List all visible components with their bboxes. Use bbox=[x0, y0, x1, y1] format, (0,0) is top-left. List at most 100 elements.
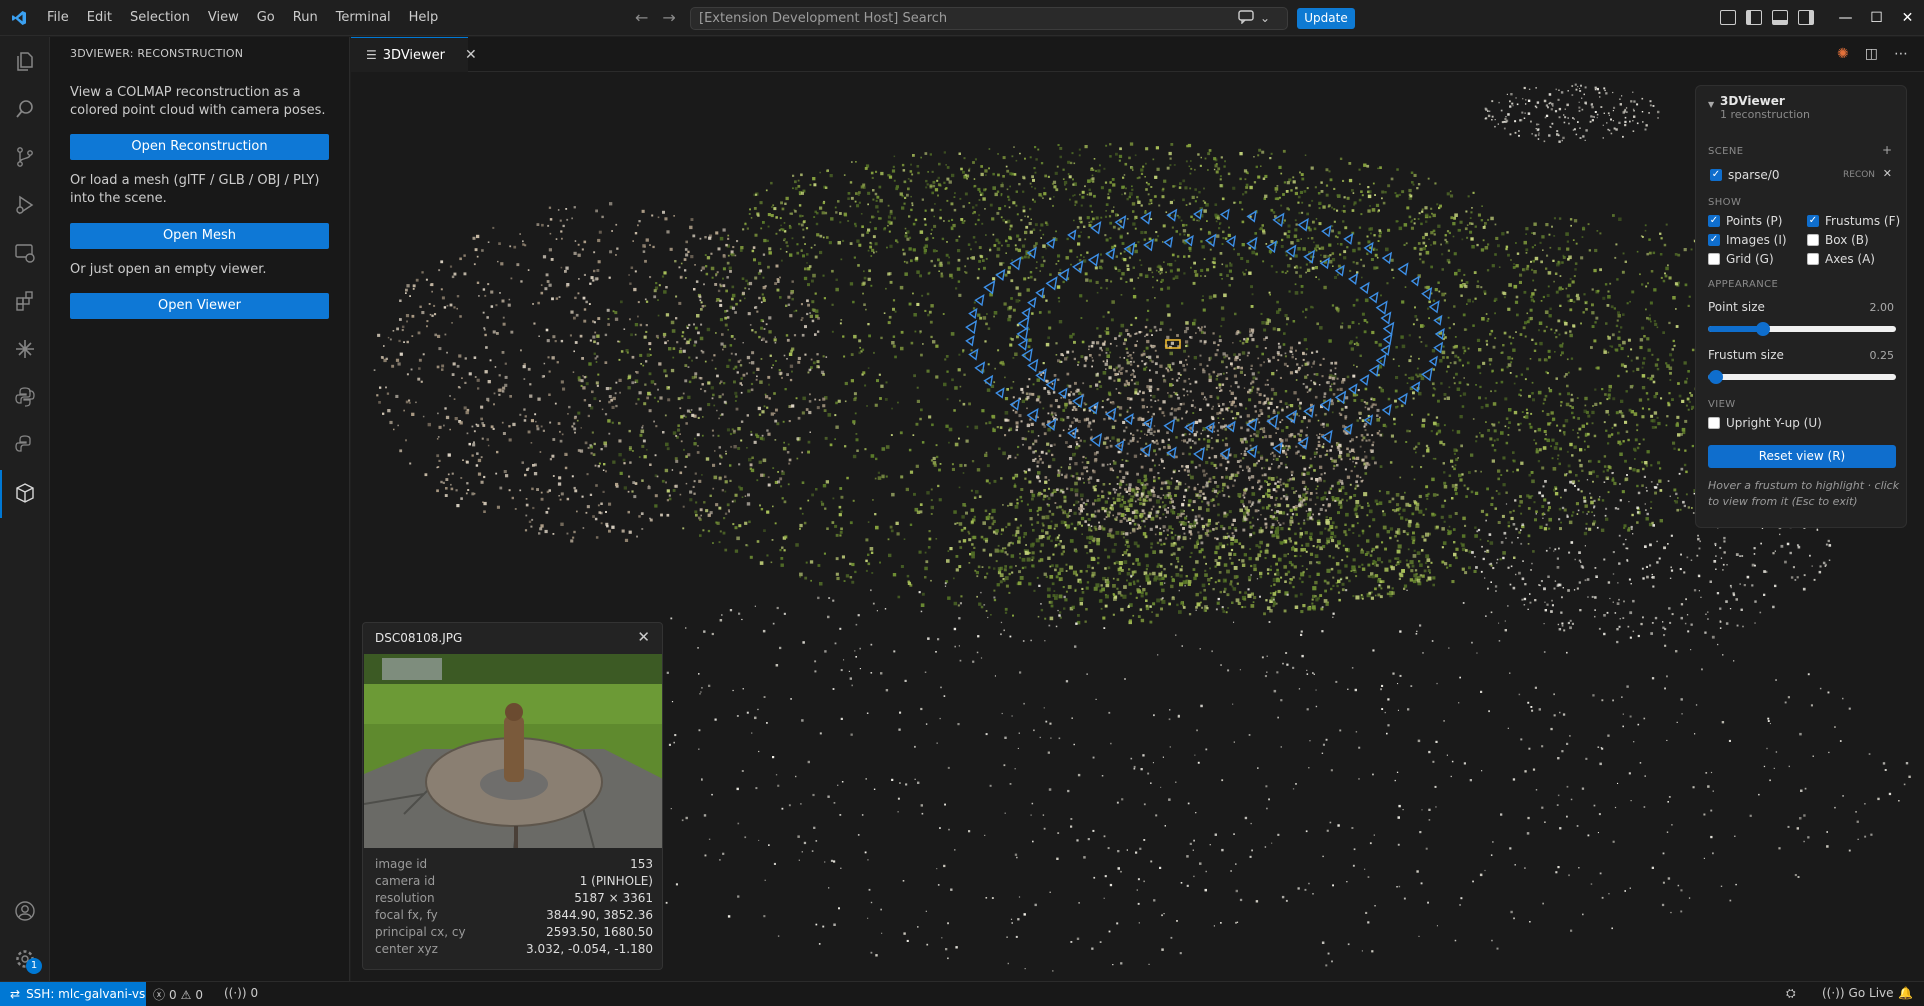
remove-scene-icon[interactable]: ✕ bbox=[1883, 167, 1892, 180]
camera-frustum[interactable] bbox=[1381, 251, 1393, 265]
camera-frustum[interactable] bbox=[995, 387, 1005, 399]
camera-frustum[interactable] bbox=[1225, 420, 1236, 433]
python-env-icon[interactable] bbox=[13, 433, 37, 457]
camera-frustum[interactable] bbox=[1027, 358, 1039, 373]
camera-frustum[interactable] bbox=[1343, 232, 1354, 245]
images-checkbox[interactable]: ✓ bbox=[1708, 234, 1720, 246]
camera-frustums[interactable] bbox=[965, 208, 1445, 462]
toggle-axes[interactable]: Axes (A) bbox=[1807, 252, 1875, 266]
camera-frustum[interactable] bbox=[1285, 244, 1297, 258]
camera-frustum[interactable] bbox=[1321, 224, 1332, 238]
camera-frustum[interactable] bbox=[1193, 208, 1203, 220]
camera-frustum[interactable] bbox=[1123, 412, 1134, 426]
explorer-icon[interactable] bbox=[13, 49, 37, 73]
update-button[interactable]: Update bbox=[1297, 8, 1355, 29]
toggle-primary-sidebar-icon[interactable] bbox=[1746, 10, 1762, 25]
points-checkbox[interactable]: ✓ bbox=[1708, 215, 1720, 227]
toggle-upright[interactable]: Upright Y-up (U) bbox=[1708, 416, 1822, 430]
collapse-caret-icon[interactable]: ▼ bbox=[1708, 100, 1714, 109]
camera-frustum[interactable] bbox=[1380, 311, 1392, 325]
camera-frustum[interactable] bbox=[1359, 281, 1370, 295]
camera-frustum[interactable] bbox=[1382, 333, 1393, 346]
minimize-icon[interactable]: — bbox=[1830, 0, 1861, 36]
grid-checkbox[interactable] bbox=[1708, 253, 1720, 265]
open-reconstruction-button[interactable]: Open Reconstruction bbox=[70, 134, 329, 160]
camera-frustum[interactable] bbox=[965, 335, 975, 347]
camera-frustum[interactable] bbox=[1163, 418, 1176, 433]
reset-view-button[interactable]: Reset view (R) bbox=[1708, 445, 1896, 468]
extensions-icon[interactable] bbox=[13, 289, 37, 313]
run-debug-icon[interactable] bbox=[13, 193, 37, 217]
maximize-icon[interactable]: ☐ bbox=[1861, 0, 1892, 36]
toggle-images[interactable]: ✓ Images (I) bbox=[1708, 233, 1787, 247]
camera-frustum[interactable] bbox=[1143, 238, 1154, 252]
camera-frustum[interactable] bbox=[1105, 247, 1116, 260]
slider-thumb[interactable] bbox=[1708, 370, 1723, 384]
menu-file[interactable]: File bbox=[38, 0, 78, 36]
menu-run[interactable]: Run bbox=[284, 0, 327, 36]
camera-frustum[interactable] bbox=[1272, 441, 1283, 455]
camera-frustum[interactable] bbox=[1016, 326, 1029, 342]
camera-frustum[interactable] bbox=[1166, 208, 1178, 222]
camera-frustum[interactable] bbox=[983, 280, 996, 295]
tab-close-icon[interactable]: ✕ bbox=[465, 47, 477, 63]
axes-checkbox[interactable] bbox=[1807, 253, 1819, 265]
camera-frustum[interactable] bbox=[1375, 300, 1388, 315]
menu-go[interactable]: Go bbox=[248, 0, 284, 36]
point-size-slider[interactable] bbox=[1708, 322, 1896, 336]
camera-frustum[interactable] bbox=[1246, 210, 1257, 223]
camera-frustum[interactable] bbox=[1009, 398, 1021, 411]
camera-frustum[interactable] bbox=[983, 374, 994, 387]
forward-arrow-icon[interactable]: → bbox=[662, 8, 675, 27]
open-viewer-button[interactable]: Open Viewer bbox=[70, 293, 329, 319]
more-actions-icon[interactable]: ⋯ bbox=[1894, 46, 1908, 62]
camera-frustum[interactable] bbox=[1087, 253, 1100, 267]
camera-frustum[interactable] bbox=[1204, 233, 1217, 248]
frustum-size-slider[interactable] bbox=[1708, 370, 1896, 384]
source-control-icon[interactable] bbox=[13, 145, 37, 169]
copilot-menu[interactable]: ⌄ bbox=[1238, 9, 1284, 27]
camera-frustum[interactable] bbox=[1105, 407, 1117, 421]
camera-frustum[interactable] bbox=[1382, 321, 1395, 336]
ports-indicator[interactable]: ((·)) 0 bbox=[224, 986, 258, 1000]
close-window-icon[interactable]: ✕ bbox=[1892, 0, 1923, 36]
menu-edit[interactable]: Edit bbox=[78, 0, 121, 36]
camera-frustum[interactable] bbox=[1090, 221, 1102, 235]
camera-frustum[interactable] bbox=[974, 293, 985, 307]
toggle-secondary-sidebar-icon[interactable] bbox=[1798, 10, 1814, 25]
camera-frustum[interactable] bbox=[1421, 286, 1433, 301]
toggle-frustums[interactable]: ✓ Frustums (F) bbox=[1807, 214, 1900, 228]
scene-checkbox[interactable]: ✓ bbox=[1710, 169, 1722, 181]
camera-frustum[interactable] bbox=[1428, 355, 1438, 367]
go-live-button[interactable]: ((·)) Go Live bbox=[1822, 986, 1894, 1000]
camera-frustum[interactable] bbox=[1381, 403, 1392, 416]
remote-indicator[interactable]: ⇄ SSH: mlc-galvani-vs bbox=[0, 982, 146, 1006]
frustums-checkbox[interactable]: ✓ bbox=[1807, 215, 1819, 227]
account-icon[interactable] bbox=[13, 899, 37, 923]
split-editor-icon[interactable]: ◫ bbox=[1865, 46, 1878, 62]
python-icon[interactable] bbox=[13, 385, 37, 409]
camera-frustum[interactable] bbox=[1021, 307, 1031, 319]
camera-frustum[interactable] bbox=[1017, 316, 1030, 331]
camera-frustum[interactable] bbox=[974, 361, 986, 375]
camera-frustum[interactable] bbox=[1067, 229, 1077, 241]
camera-frustum[interactable] bbox=[1140, 211, 1152, 225]
toggle-panel-icon[interactable] bbox=[1772, 10, 1788, 25]
customize-layout-icon[interactable] bbox=[1720, 10, 1736, 25]
cube-icon[interactable] bbox=[13, 481, 37, 505]
menu-view[interactable]: View bbox=[199, 0, 248, 36]
camera-frustum[interactable] bbox=[965, 319, 978, 335]
camera-frustum[interactable] bbox=[1410, 381, 1421, 393]
camera-frustum[interactable] bbox=[1166, 446, 1177, 459]
camera-frustum[interactable] bbox=[1045, 276, 1058, 291]
camera-frustum[interactable] bbox=[1163, 236, 1174, 249]
toggle-points[interactable]: ✓ Points (P) bbox=[1708, 214, 1782, 228]
menu-terminal[interactable]: Terminal bbox=[327, 0, 400, 36]
add-scene-icon[interactable]: + bbox=[1882, 143, 1892, 157]
camera-frustum[interactable] bbox=[1035, 287, 1045, 299]
search-icon[interactable] bbox=[13, 97, 37, 121]
camera-frustum[interactable] bbox=[1219, 208, 1230, 221]
camera-frustum[interactable] bbox=[1303, 404, 1315, 419]
open-mesh-button[interactable]: Open Mesh bbox=[70, 223, 329, 249]
tab-3dviewer[interactable]: ☰ 3DViewer ✕ bbox=[351, 37, 477, 72]
